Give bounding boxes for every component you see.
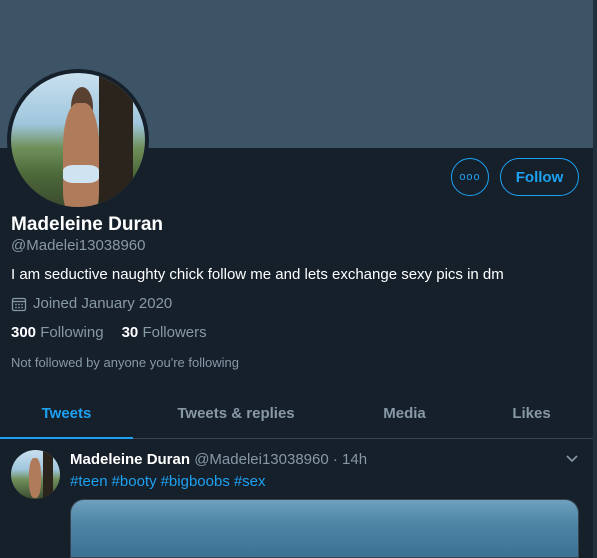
tweet-avatar-post [43, 450, 53, 499]
tab-tweets-replies[interactable]: Tweets & replies [133, 388, 339, 438]
tweet-time[interactable]: 14h [342, 451, 367, 468]
followers-label: Followers [142, 324, 207, 341]
avatar-post-shape [99, 73, 133, 207]
joined-date: Joined January 2020 [11, 295, 172, 312]
tweet-header: Madeleine Duran @Madelei13038960 · 14h [70, 451, 367, 468]
profile-bio: I am seductive naughty chick follow me a… [11, 266, 504, 283]
chevron-down-icon[interactable] [563, 449, 581, 467]
profile-handle: @Madelei13038960 [11, 237, 146, 254]
hashtag-link[interactable]: #bigboobs [161, 473, 230, 490]
joined-text: Joined January 2020 [33, 295, 173, 312]
not-followed-note: Not followed by anyone you're following [11, 355, 239, 370]
avatar-figure-shape [63, 103, 99, 207]
profile-avatar[interactable] [11, 73, 145, 207]
following-label: Following [40, 324, 104, 341]
tab-tweets[interactable]: Tweets [0, 388, 133, 439]
more-icon: ooo [459, 171, 481, 183]
calendar-icon [11, 297, 27, 311]
following-count: 300 [11, 324, 37, 341]
avatar-suit-shape [63, 165, 99, 183]
tab-media[interactable]: Media [339, 388, 470, 438]
hashtag-link[interactable]: #booty [112, 473, 157, 490]
more-options-button[interactable]: ooo [451, 158, 489, 196]
scrollbar-edge [593, 0, 597, 558]
profile-name: Madeleine Duran [11, 214, 164, 235]
hashtag-link[interactable]: #teen [70, 473, 108, 490]
tweet-author-name[interactable]: Madeleine Duran [70, 451, 190, 468]
tweet-author-handle[interactable]: @Madelei13038960 [194, 451, 329, 468]
following-link[interactable]: 300 Following [11, 324, 104, 341]
follow-button-label: Follow [515, 168, 564, 186]
profile-tabs: Tweets Tweets & replies Media Likes [0, 388, 593, 439]
profile-avatar-frame [7, 69, 149, 211]
tweet-avatar[interactable] [11, 450, 60, 499]
tweet-avatar-figure [29, 458, 41, 498]
hashtag-link[interactable]: #sex [234, 473, 266, 490]
follow-button[interactable]: Follow [500, 158, 579, 196]
followers-link[interactable]: 30 Followers [122, 324, 207, 341]
tweet-media-image[interactable] [70, 499, 579, 558]
follow-stats: 300 Following 30 Followers [11, 324, 207, 341]
tab-likes[interactable]: Likes [470, 388, 593, 438]
tweet-hashtags: #teen #booty #bigboobs #sex [70, 473, 270, 490]
tweet-separator: · [332, 451, 338, 468]
followers-count: 30 [121, 324, 139, 341]
